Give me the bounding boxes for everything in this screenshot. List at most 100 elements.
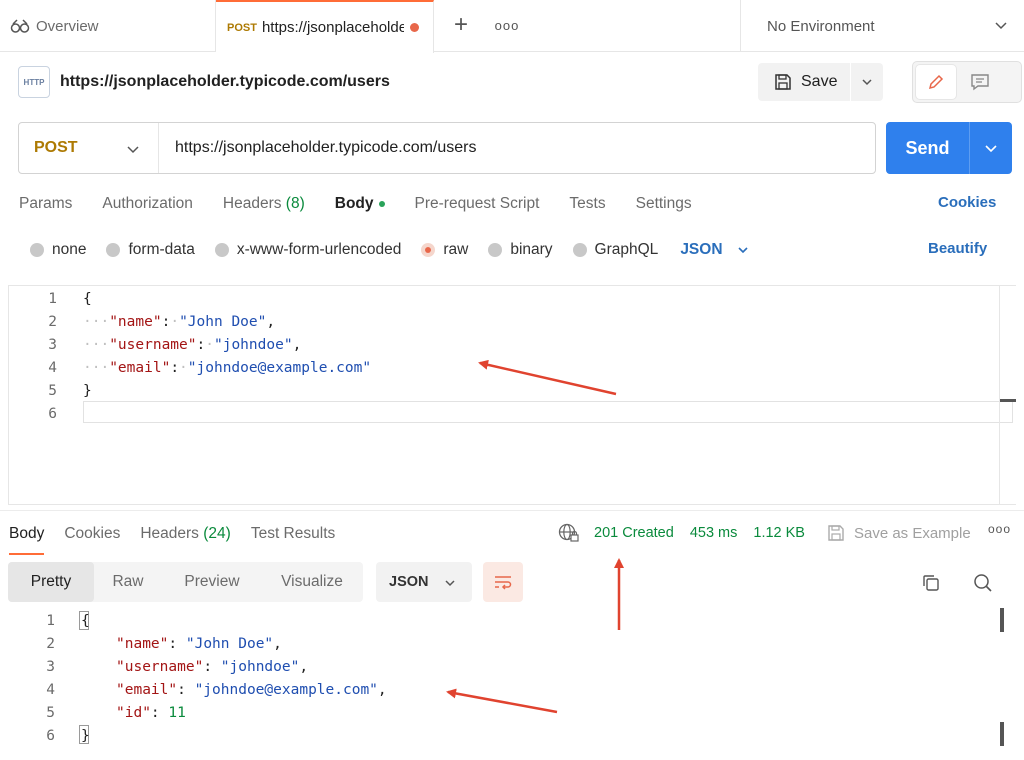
tab-url: https://jsonplaceholder.typicode.com/use…	[261, 19, 404, 36]
response-tab-body[interactable]: Body	[9, 525, 45, 555]
view-pretty[interactable]: Pretty	[8, 562, 94, 602]
wrap-lines-button[interactable]	[483, 562, 523, 602]
pencil-icon	[928, 74, 944, 90]
line-number: 2	[46, 636, 55, 652]
radio-label: GraphQL	[594, 241, 659, 258]
editor-scrollbar-thumb[interactable]	[1000, 399, 1016, 402]
line-number: 5	[46, 705, 55, 721]
line-number: 6	[46, 728, 55, 744]
search-button[interactable]	[970, 570, 996, 596]
radio-graphql[interactable]: GraphQL	[572, 241, 659, 259]
body-type-selector: none form-data x-www-form-urlencoded raw…	[30, 238, 749, 262]
radio-raw[interactable]: raw	[421, 241, 468, 259]
radio-circle	[106, 243, 121, 257]
comment-icon	[971, 74, 989, 91]
radio-none[interactable]: none	[30, 241, 86, 259]
radio-binary[interactable]: binary	[488, 241, 553, 259]
cookies-link[interactable]: Cookies	[938, 194, 996, 211]
radio-x-www-form-urlencoded[interactable]: x-www-form-urlencoded	[214, 241, 401, 259]
json-separator: ,	[273, 636, 282, 652]
response-tab-cookies[interactable]: Cookies	[64, 525, 120, 543]
url-input[interactable]: https://jsonplaceholder.typicode.com/use…	[175, 123, 477, 173]
view-visualize[interactable]: Visualize	[262, 562, 362, 602]
response-body-viewer[interactable]: 1 { 2 "name": "John Doe", 3 "username": …	[0, 608, 1024, 760]
new-tab-button[interactable]: +	[448, 11, 474, 38]
response-format-label: JSON	[389, 574, 429, 590]
json-value: 11	[168, 705, 186, 721]
radio-label: binary	[510, 241, 553, 258]
response-tabs: Body Cookies Headers (24) Test Results	[9, 522, 355, 555]
request-tabs: Params Authorization Headers (8) Body Pr…	[19, 192, 722, 216]
request-header: HTTP https://jsonplaceholder.typicode.co…	[18, 64, 390, 100]
more-tabs-icon[interactable]: ooo	[494, 12, 520, 38]
more-options-icon[interactable]: ooo	[988, 522, 1011, 536]
language-label: JSON	[680, 241, 723, 258]
body-indicator-dot	[378, 200, 385, 207]
save-icon	[828, 525, 844, 541]
line-number: 4	[46, 682, 55, 698]
radio-circle	[214, 243, 229, 257]
save-dropdown-button[interactable]	[851, 63, 883, 101]
code-line: 6 }	[0, 725, 1024, 748]
beautify-button[interactable]: Beautify	[928, 240, 987, 257]
tab-tests[interactable]: Tests	[569, 195, 605, 213]
tab-body-label: Body	[334, 195, 374, 212]
documentation-button[interactable]	[960, 65, 1000, 99]
tab-authorization[interactable]: Authorization	[102, 195, 192, 213]
tab-body[interactable]: Body	[335, 195, 385, 213]
request-body-editor[interactable]: 1 { 2 ···"name":·"John Doe", 3 ···"usern…	[8, 285, 1016, 505]
json-separator: ,	[292, 337, 302, 353]
json-key: "username"	[109, 337, 197, 353]
view-raw[interactable]: Raw	[94, 562, 162, 602]
copy-button[interactable]	[918, 570, 944, 596]
radio-form-data[interactable]: form-data	[106, 241, 195, 259]
code-line: 2 ···"name":·"John Doe",	[9, 311, 1016, 334]
send-button[interactable]: Send	[886, 122, 970, 174]
http-icon: HTTP	[18, 66, 50, 98]
tab-headers-count: (8)	[285, 195, 305, 212]
status-code[interactable]: 201 Created	[594, 525, 674, 541]
request-title[interactable]: https://jsonplaceholder.typicode.com/use…	[60, 73, 390, 91]
edit-mode-button[interactable]	[916, 65, 956, 99]
globe-lock-icon	[558, 523, 579, 542]
chevron-down-icon	[995, 22, 1007, 30]
response-tab-headers[interactable]: Headers (24)	[140, 525, 230, 543]
radio-circle	[30, 243, 44, 257]
chevron-down-icon	[985, 145, 997, 153]
tab-bar: Overview POST https://jsonplaceholder.ty…	[0, 0, 1024, 53]
chevron-down-icon	[445, 580, 455, 587]
save-as-example-button[interactable]: Save as Example	[827, 524, 971, 542]
tab-params[interactable]: Params	[19, 195, 72, 213]
code-line: 5 "id": 11	[0, 702, 1024, 725]
save-button[interactable]: Save	[758, 63, 850, 101]
chevron-down-icon	[862, 79, 872, 86]
json-separator: ,	[299, 659, 309, 675]
environment-select[interactable]: No Environment	[740, 0, 1024, 52]
response-divider[interactable]	[0, 510, 1024, 511]
language-select[interactable]: JSON	[680, 241, 748, 259]
radio-label: none	[52, 241, 87, 258]
view-preview[interactable]: Preview	[162, 562, 262, 602]
url-bar: POST https://jsonplaceholder.typicode.co…	[18, 122, 876, 174]
tab-headers-label: Headers	[222, 195, 282, 212]
code-line: 3 ···"username":·"johndoe",	[9, 334, 1016, 357]
json-separator: ,	[266, 314, 276, 330]
tab-overview[interactable]: Overview	[0, 0, 216, 52]
response-time[interactable]: 453 ms	[690, 525, 738, 541]
code-line: 2 "name": "John Doe",	[0, 633, 1024, 656]
response-tab-test-results[interactable]: Test Results	[251, 525, 335, 543]
unsaved-dot-icon	[409, 23, 419, 32]
radio-circle	[572, 243, 587, 257]
save-as-example-label: Save as Example	[853, 524, 971, 542]
tab-request[interactable]: POST https://jsonplaceholder.typicode.co…	[216, 0, 434, 53]
send-dropdown-button[interactable]	[970, 122, 1012, 174]
line-number: 6	[48, 406, 57, 422]
search-icon	[974, 574, 992, 592]
tab-headers[interactable]: Headers (8)	[223, 195, 305, 213]
response-format-select[interactable]: JSON	[376, 562, 472, 602]
response-size[interactable]: 1.12 KB	[753, 525, 805, 541]
code-text: {	[83, 291, 92, 307]
tab-pre-request-script[interactable]: Pre-request Script	[415, 195, 540, 213]
tab-settings[interactable]: Settings	[636, 195, 692, 213]
method-select[interactable]: POST	[19, 123, 159, 173]
